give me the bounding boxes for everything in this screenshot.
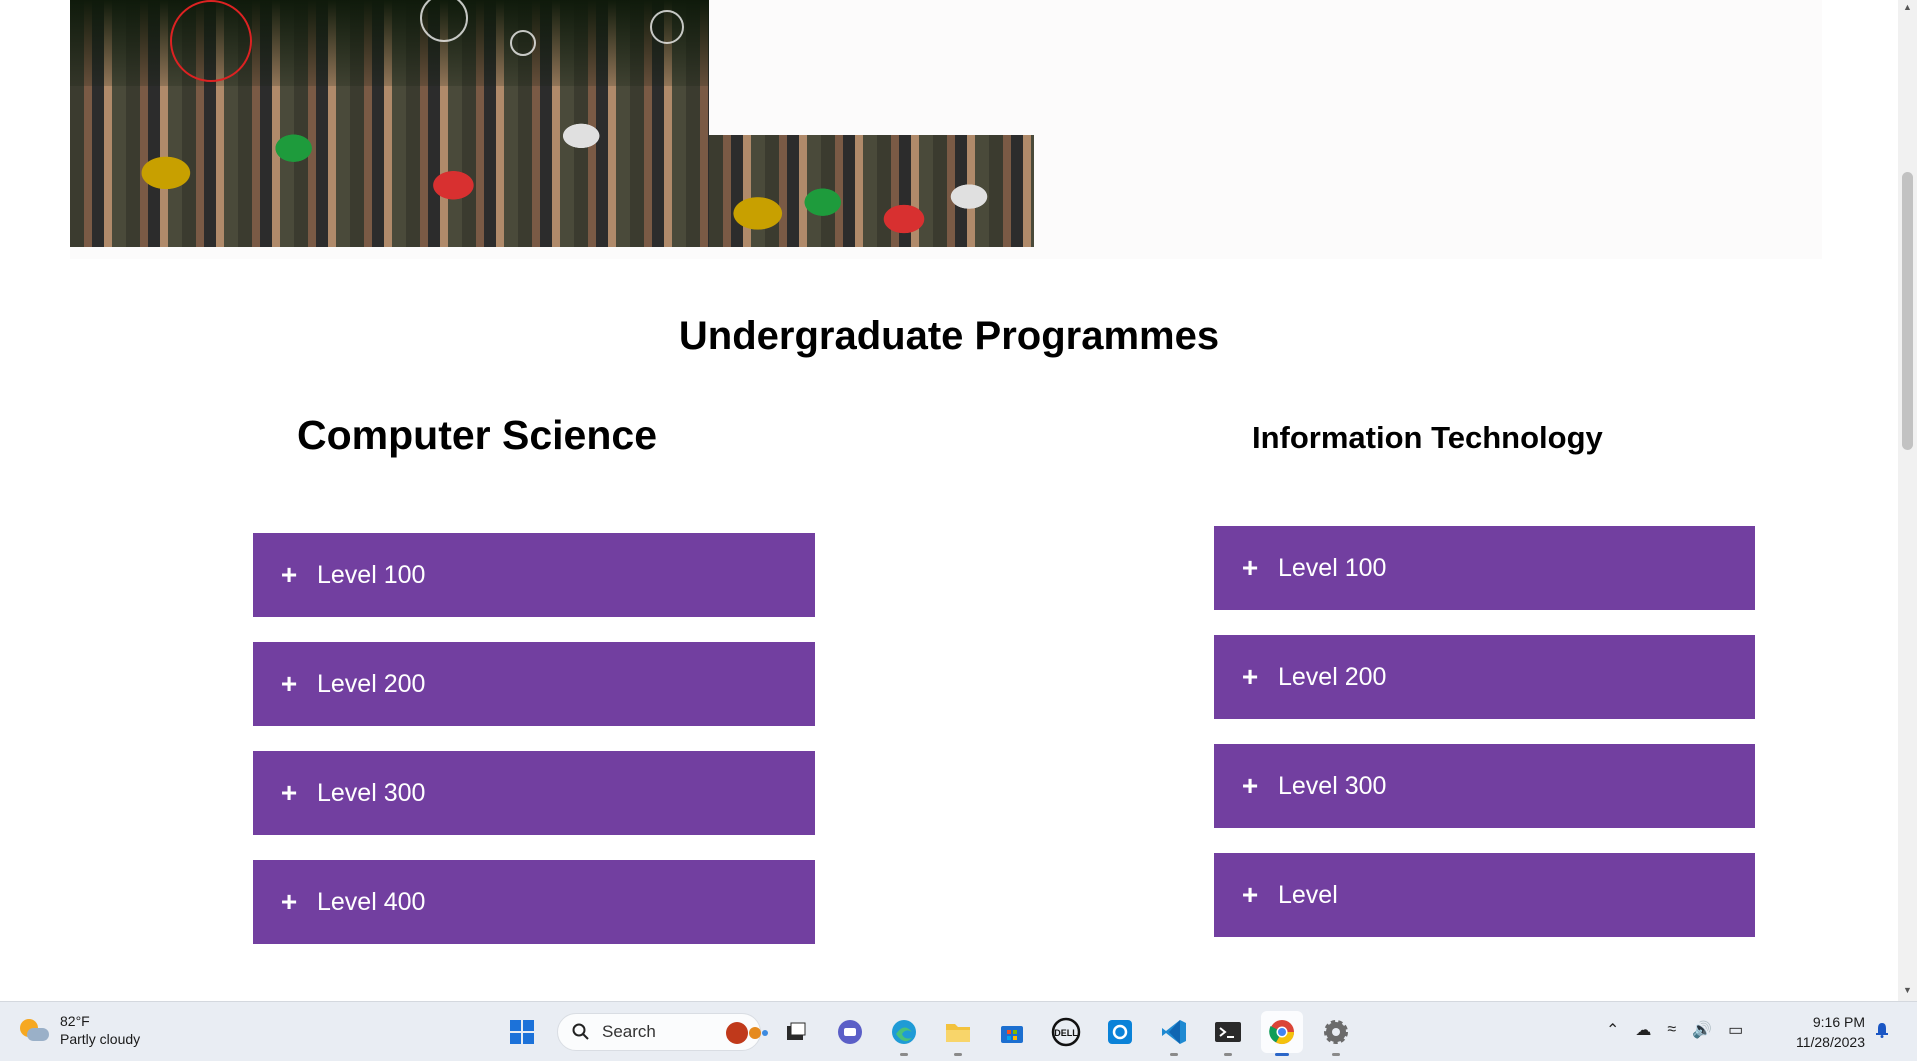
plus-icon: + (1241, 552, 1259, 583)
clock-date: 11/28/2023 (1795, 1034, 1865, 1050)
clock[interactable]: 9:16 PM 11/28/2023 (1770, 1012, 1865, 1052)
store-icon[interactable] (991, 1011, 1033, 1053)
plus-icon: + (1241, 770, 1259, 801)
accordion-label: Level 300 (1278, 771, 1387, 800)
accordion-label: Level 200 (317, 669, 426, 698)
terminal-icon[interactable] (1207, 1011, 1249, 1056)
plus-icon: + (1241, 661, 1259, 692)
volume-icon[interactable]: 🔊 (1692, 1020, 1712, 1040)
clock-time: 9:16 PM (1812, 1014, 1865, 1030)
cs-level-100-accordion[interactable]: + Level 100 (253, 533, 815, 617)
search-icon (572, 1023, 589, 1040)
plus-icon: + (1241, 879, 1259, 910)
file-explorer-icon[interactable] (937, 1011, 979, 1056)
battery-icon[interactable]: ▭ (1728, 1020, 1743, 1040)
weather-widget[interactable]: 82°F Partly cloudy (18, 1012, 140, 1048)
windows-taskbar: 82°F Partly cloudy Search DELL ⌃ ☁ ≈ 🔊 ▭… (0, 1001, 1917, 1061)
svg-text:DELL: DELL (1054, 1028, 1078, 1038)
weather-temp: 82°F (60, 1013, 90, 1029)
cs-level-200-accordion[interactable]: + Level 200 (253, 642, 815, 726)
scroll-thumb[interactable] (1902, 172, 1913, 450)
chrome-icon[interactable] (1261, 1011, 1303, 1056)
it-level-400-accordion[interactable]: + Level (1214, 853, 1755, 937)
programme-title-computer-science: Computer Science (297, 412, 657, 458)
accordion-label: Level 100 (317, 560, 426, 589)
scroll-up-icon[interactable]: ▲ (1903, 2, 1912, 12)
start-icon[interactable] (501, 1011, 543, 1053)
it-level-300-accordion[interactable]: + Level 300 (1214, 744, 1755, 828)
hero-photo-extension (709, 135, 1034, 247)
accordion-label: Level 100 (1278, 553, 1387, 582)
taskbar-search[interactable]: Search (557, 1013, 761, 1051)
onedrive-icon[interactable]: ☁ (1635, 1020, 1651, 1040)
scroll-down-icon[interactable]: ▼ (1903, 985, 1912, 995)
plus-icon: + (280, 886, 298, 917)
wifi-icon[interactable]: ≈ (1667, 1021, 1676, 1039)
section-title: Undergraduate Programmes (678, 314, 1220, 358)
hero-photo (70, 0, 709, 247)
plus-icon: + (280, 668, 298, 699)
teams-icon[interactable] (829, 1011, 871, 1053)
vertical-scrollbar[interactable]: ▲ ▼ (1898, 0, 1917, 1001)
plus-icon: + (280, 777, 298, 808)
settings-icon[interactable] (1315, 1011, 1357, 1056)
cortana-icon[interactable] (1099, 1011, 1141, 1053)
search-label: Search (602, 1022, 656, 1041)
edge-icon[interactable] (883, 1011, 925, 1056)
task-view-icon[interactable] (775, 1011, 817, 1053)
system-tray: ⌃ ☁ ≈ 🔊 ▭ (1598, 1020, 1751, 1040)
programme-title-information-technology: Information Technology (1252, 420, 1603, 455)
accordion-label: Level 300 (317, 778, 426, 807)
cs-level-300-accordion[interactable]: + Level 300 (253, 751, 815, 835)
browser-viewport: Undergraduate Programmes Computer Scienc… (0, 0, 1898, 1001)
accordion-label: Level (1278, 880, 1338, 909)
chevron-up-icon[interactable]: ⌃ (1606, 1020, 1619, 1040)
it-level-200-accordion[interactable]: + Level 200 (1214, 635, 1755, 719)
notification-bell-icon[interactable] (1874, 1022, 1890, 1038)
weather-condition: Partly cloudy (60, 1031, 141, 1047)
accordion-label: Level 200 (1278, 662, 1387, 691)
accordion-label: Level 400 (317, 887, 426, 916)
it-level-100-accordion[interactable]: + Level 100 (1214, 526, 1755, 610)
taskbar-apps: Search DELL (495, 1011, 1363, 1056)
dell-icon[interactable]: DELL (1045, 1011, 1087, 1053)
partly-cloudy-icon (18, 1015, 49, 1045)
vscode-icon[interactable] (1153, 1011, 1195, 1056)
search-highlight-icon (726, 1022, 748, 1044)
plus-icon: + (280, 559, 298, 590)
cs-level-400-accordion[interactable]: + Level 400 (253, 860, 815, 944)
